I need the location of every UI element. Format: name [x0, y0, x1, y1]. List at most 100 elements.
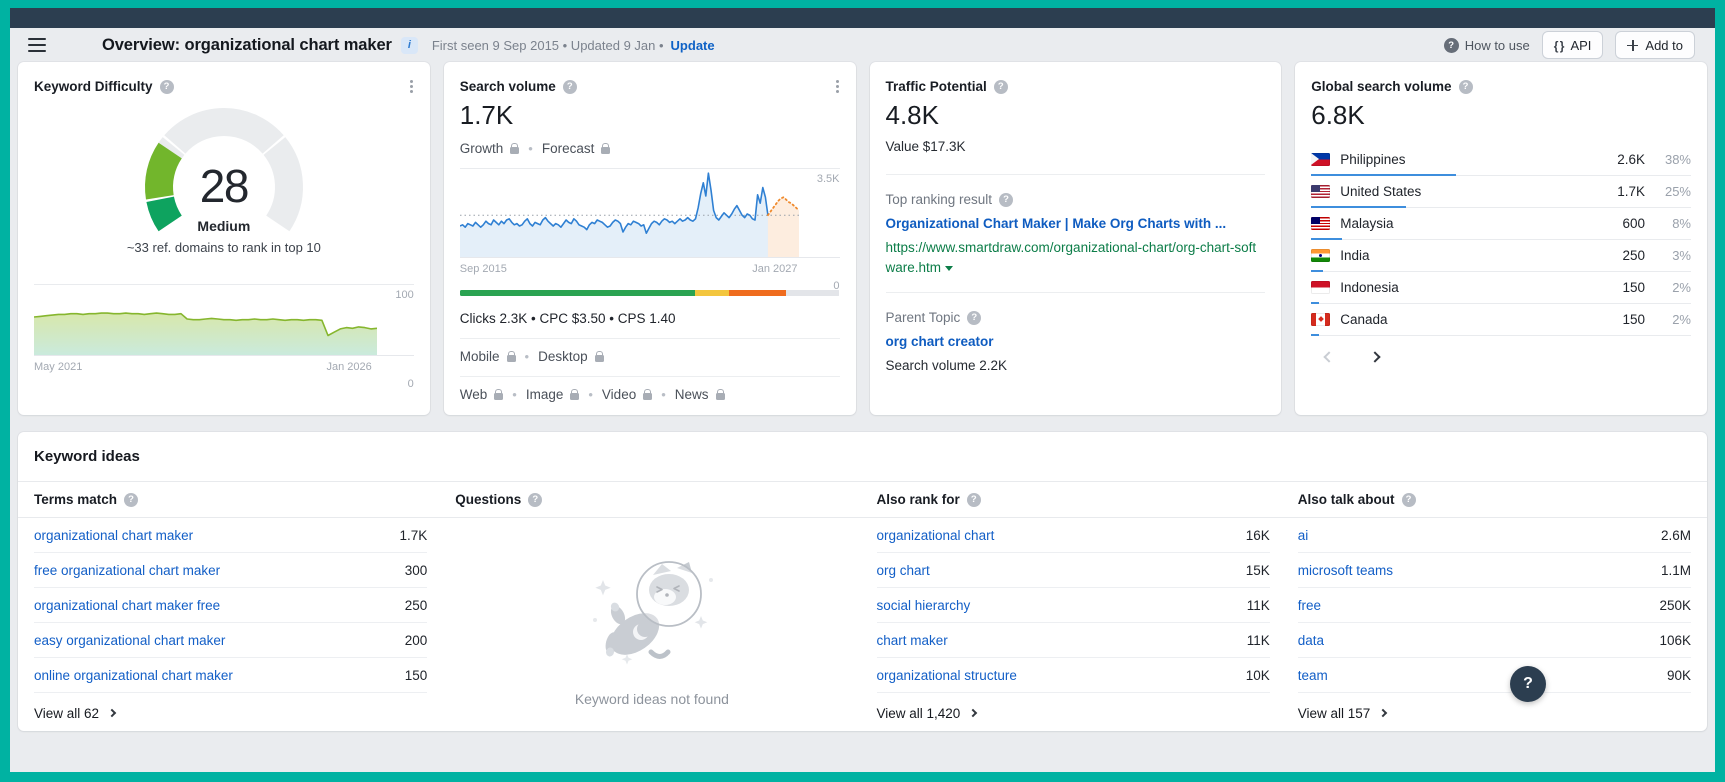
x-axis-start-label: May 2021 — [34, 361, 82, 373]
global-volume-value: 6.8K — [1311, 100, 1691, 131]
platform-web[interactable]: Web — [460, 387, 504, 402]
lock-icon — [570, 393, 579, 400]
keyword-volume: 2.6M — [1661, 528, 1691, 543]
platform-news[interactable]: News — [675, 387, 725, 402]
keyword-link[interactable]: organizational chart — [877, 528, 995, 543]
keyword-row: free organizational chart maker 300 — [34, 553, 427, 588]
kd-history-chart — [34, 285, 377, 355]
label: Growth — [460, 141, 504, 156]
bullet-separator — [525, 349, 530, 364]
card-title: Global search volume — [1311, 62, 1691, 94]
help-tooltip-icon[interactable] — [994, 80, 1008, 94]
lock-icon — [494, 393, 503, 400]
empty-state-caption: Keyword ideas not found — [455, 691, 848, 707]
keyword-row: online organizational chart maker150 — [34, 658, 427, 693]
add-to-label: Add to — [1645, 38, 1683, 53]
help-tooltip-icon[interactable] — [124, 493, 138, 507]
help-tooltip-icon[interactable] — [999, 193, 1013, 207]
keyword-row: organizational chart maker free 250 — [34, 588, 427, 623]
keyword-link[interactable]: organizational structure — [877, 668, 1017, 683]
prev-page-button[interactable] — [1321, 349, 1337, 365]
search-volume-value: 1.7K — [460, 100, 840, 131]
kd-caption: ~33 ref. domains to rank in top 10 — [112, 240, 336, 255]
device-mobile[interactable]: Mobile — [460, 349, 516, 364]
help-fab-button[interactable] — [1510, 666, 1546, 702]
country-percent: 8% — [1655, 216, 1691, 231]
help-tooltip-icon[interactable] — [1402, 493, 1416, 507]
country-volume: 600 — [1622, 216, 1645, 231]
platform-image[interactable]: Image — [526, 387, 580, 402]
keyword-link[interactable]: organizational chart maker — [34, 528, 193, 543]
help-tooltip-icon[interactable] — [528, 493, 542, 507]
volume-toggle-forecast[interactable]: Forecast — [542, 141, 611, 156]
update-link[interactable]: Update — [671, 38, 715, 53]
help-tooltip-icon[interactable] — [160, 80, 174, 94]
help-tooltip-icon[interactable] — [967, 311, 981, 325]
platform-video[interactable]: Video — [602, 387, 652, 402]
view-all-also-talk-about[interactable]: View all 157 — [1298, 693, 1691, 733]
keyword-link[interactable]: chart maker — [877, 633, 948, 648]
flag-india-icon — [1311, 249, 1330, 262]
keyword-volume: 106K — [1659, 633, 1691, 648]
lock-icon — [643, 393, 652, 400]
kebab-menu-icon[interactable] — [402, 78, 420, 96]
keyword-row: microsoft teams1.1M — [1298, 553, 1691, 588]
help-circle-icon — [1444, 38, 1459, 53]
flag-canada-icon — [1311, 313, 1330, 326]
card-title: Keyword Difficulty — [34, 62, 414, 94]
top-result-title-link[interactable]: Organizational Chart Maker | Make Org Ch… — [886, 216, 1266, 231]
keyword-link[interactable]: ai — [1298, 528, 1309, 543]
bullet-separator — [588, 387, 593, 402]
keyword-row: data 106K — [1298, 623, 1691, 658]
keyword-difficulty-card: Keyword Difficulty 28 Medium ~33 ref. do… — [18, 62, 430, 415]
api-button[interactable]: API — [1542, 31, 1604, 59]
keyword-link[interactable]: free — [1298, 598, 1321, 613]
country-volume: 1.7K — [1617, 184, 1645, 199]
top-result-url-link[interactable]: https://www.smartdraw.com/organizational… — [886, 238, 1266, 278]
keyword-link[interactable]: data — [1298, 633, 1324, 648]
country-pagination — [1311, 349, 1691, 365]
keyword-row: chart maker11K — [877, 623, 1270, 658]
country-name: United States — [1340, 184, 1421, 199]
keyword-link[interactable]: org chart — [877, 563, 930, 578]
next-page-button[interactable] — [1367, 349, 1383, 365]
country-list: Philippines2.6K38%United States1.7K25%Ma… — [1311, 144, 1691, 336]
device-desktop[interactable]: Desktop — [538, 349, 604, 364]
keyword-link[interactable]: team — [1298, 668, 1328, 683]
lock-icon — [507, 355, 516, 362]
y-axis-min-label: 0 — [408, 378, 414, 390]
keyword-link[interactable]: social hierarchy — [877, 598, 971, 613]
country-name: Canada — [1340, 312, 1387, 327]
keyword-link[interactable]: online organizational chart maker — [34, 668, 233, 683]
search-volume-plot: 3.5K 0 Sep 2015 Jan 2027 — [460, 168, 840, 275]
add-to-button[interactable]: Add to — [1615, 31, 1695, 59]
how-to-use-label: How to use — [1465, 38, 1530, 53]
help-tooltip-icon[interactable] — [967, 493, 981, 507]
country-row-my: Malaysia6008% — [1311, 208, 1691, 240]
keyword-link[interactable]: easy organizational chart maker — [34, 633, 225, 648]
view-all-also-rank-for[interactable]: View all 1,420 — [877, 693, 1270, 733]
keyword-row: organizational chart maker1.7K — [34, 518, 427, 553]
keyword-link[interactable]: free organizational chart maker — [34, 563, 220, 578]
how-to-use-link[interactable]: How to use — [1444, 38, 1530, 53]
url-text: https://www.smartdraw.com/organizational… — [886, 240, 1257, 275]
kebab-menu-icon[interactable] — [828, 78, 846, 96]
keyword-volume: 300 — [405, 563, 428, 578]
menu-icon[interactable] — [28, 38, 46, 52]
volume-toggle-growth[interactable]: Growth — [460, 141, 520, 156]
parent-topic-link[interactable]: org chart creator — [886, 334, 1266, 349]
keyword-volume: 250 — [405, 598, 428, 613]
country-percent: 25% — [1655, 184, 1691, 199]
label: Image — [526, 387, 564, 402]
help-tooltip-icon[interactable] — [1459, 80, 1473, 94]
kd-value: 28 — [112, 159, 336, 213]
global-volume-title: Global search volume — [1311, 79, 1451, 94]
keyword-link[interactable]: microsoft teams — [1298, 563, 1393, 578]
also-rank-for-column: organizational chart16Korg chart15Ksocia… — [877, 518, 1270, 733]
help-tooltip-icon[interactable] — [563, 80, 577, 94]
country-name: India — [1340, 248, 1369, 263]
view-all-terms-match[interactable]: View all 62 — [34, 693, 427, 733]
keyword-row: ai 2.6M — [1298, 518, 1691, 553]
keyword-link[interactable]: organizational chart maker free — [34, 598, 220, 613]
info-badge-icon[interactable] — [401, 37, 418, 54]
